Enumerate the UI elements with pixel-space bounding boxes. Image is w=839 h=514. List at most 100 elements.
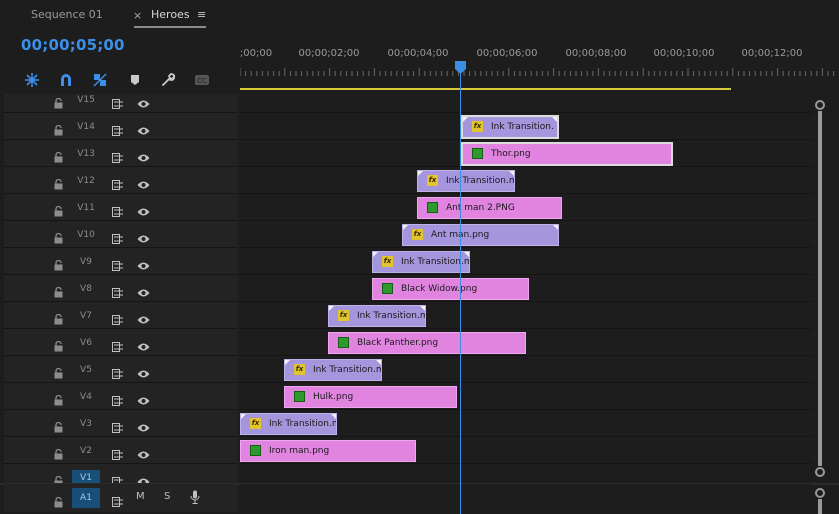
eye-icon[interactable]	[137, 175, 150, 194]
fx-badge-icon[interactable]: fx	[472, 121, 483, 132]
track-name-v4[interactable]: V4	[72, 389, 100, 405]
lock-icon[interactable]	[54, 121, 63, 136]
eye-icon[interactable]	[137, 364, 150, 383]
fx-badge-icon[interactable]: fx	[382, 256, 393, 267]
sync-lock-icon[interactable]	[112, 391, 124, 410]
eye-icon[interactable]	[137, 337, 150, 356]
microphone-icon[interactable]	[190, 490, 200, 509]
audio-scroll-top-handle[interactable]	[815, 488, 825, 498]
sync-lock-icon[interactable]	[112, 94, 124, 113]
track-row-v12[interactable]	[240, 167, 812, 194]
clip-v4[interactable]: Hulk.png	[284, 386, 457, 408]
clip-v9[interactable]: fx Ink Transition.m	[372, 251, 470, 273]
sync-lock-icon[interactable]	[112, 445, 124, 464]
clip-v7[interactable]: fx Ink Transition.m	[328, 305, 426, 327]
eye-icon[interactable]	[137, 229, 150, 248]
eye-icon[interactable]	[137, 310, 150, 329]
lock-icon[interactable]	[54, 256, 63, 271]
work-area-bar[interactable]	[240, 88, 731, 90]
sync-lock-icon[interactable]	[112, 310, 124, 329]
track-name-v10[interactable]: V10	[72, 227, 100, 243]
eye-icon[interactable]	[137, 121, 150, 140]
mute-button[interactable]: M	[136, 491, 145, 502]
clip-v10[interactable]: fx Ant man.png	[402, 224, 559, 246]
sync-lock-icon[interactable]	[112, 337, 124, 356]
sync-lock-icon[interactable]	[112, 148, 124, 167]
lock-icon[interactable]	[54, 418, 63, 433]
playhead-timecode[interactable]: 00;00;05;00	[21, 36, 125, 54]
track-name-v9[interactable]: V9	[72, 254, 100, 270]
fx-badge-icon[interactable]: fx	[250, 418, 261, 429]
playhead-line[interactable]	[460, 66, 461, 514]
sync-lock-icon[interactable]	[112, 418, 124, 437]
eye-icon[interactable]	[137, 391, 150, 410]
track-name-v11[interactable]: V11	[72, 200, 100, 216]
playhead-handle[interactable]	[455, 61, 466, 74]
track-name-v14[interactable]: V14	[72, 119, 100, 135]
eye-icon[interactable]	[137, 256, 150, 275]
clip-v11[interactable]: Ant man 2.PNG	[417, 197, 562, 219]
vertical-scroll-bottom-handle[interactable]	[815, 467, 825, 477]
sync-lock-icon[interactable]	[112, 256, 124, 275]
track-name-v3[interactable]: V3	[72, 416, 100, 432]
panel-menu-icon[interactable]: ≡	[197, 8, 206, 21]
lock-icon[interactable]	[54, 310, 63, 325]
clip-v6[interactable]: Black Panther.png	[328, 332, 526, 354]
solo-button[interactable]: S	[164, 491, 170, 502]
vertical-scrollbar[interactable]	[818, 111, 822, 466]
tab-heroes[interactable]: Heroes	[151, 8, 190, 21]
track-name-v12[interactable]: V12	[72, 173, 100, 189]
track-name-v7[interactable]: V7	[72, 308, 100, 324]
clip-v2[interactable]: Iron man.png	[240, 440, 416, 462]
lock-icon[interactable]	[54, 391, 63, 406]
track-name-v13[interactable]: V13	[72, 146, 100, 162]
timeline-tracks[interactable]: fx Ink Transition. Thor.png fx Ink Transitio…	[240, 94, 812, 484]
fx-badge-icon[interactable]: fx	[412, 229, 423, 240]
track-name-a1[interactable]: A1	[72, 488, 100, 508]
eye-icon[interactable]	[137, 94, 150, 113]
eye-icon[interactable]	[137, 283, 150, 302]
lock-icon[interactable]	[54, 337, 63, 352]
track-name-v8[interactable]: V8	[72, 281, 100, 297]
audio-scrollbar[interactable]	[818, 499, 822, 514]
audio-timeline-track[interactable]	[240, 484, 812, 512]
lock-icon[interactable]	[54, 175, 63, 190]
sync-lock-icon[interactable]	[112, 229, 124, 248]
sync-lock-icon[interactable]	[112, 364, 124, 383]
eye-icon[interactable]	[137, 445, 150, 464]
close-tab-icon[interactable]: ×	[133, 9, 142, 22]
fx-badge-icon[interactable]: fx	[338, 310, 349, 321]
lock-icon[interactable]	[54, 148, 63, 163]
clip-v14[interactable]: fx Ink Transition.	[461, 115, 559, 139]
track-name-v5[interactable]: V5	[72, 362, 100, 378]
sync-lock-icon[interactable]	[112, 175, 124, 194]
sync-lock-icon[interactable]	[112, 121, 124, 140]
eye-icon[interactable]	[137, 148, 150, 167]
track-name-v15[interactable]: V15	[72, 92, 100, 108]
sync-lock-icon[interactable]	[112, 492, 124, 511]
lock-icon[interactable]	[54, 364, 63, 379]
lock-icon[interactable]	[54, 202, 63, 217]
track-name-v2[interactable]: V2	[72, 443, 100, 459]
fx-badge-icon[interactable]: fx	[294, 364, 305, 375]
fx-badge-icon[interactable]: fx	[427, 175, 438, 186]
lock-icon[interactable]	[54, 283, 63, 298]
eye-icon[interactable]	[137, 202, 150, 221]
track-name-v6[interactable]: V6	[72, 335, 100, 351]
lock-icon[interactable]	[54, 445, 63, 460]
clip-v3[interactable]: fx Ink Transition.m	[240, 413, 337, 435]
eye-icon[interactable]	[137, 418, 150, 437]
sync-lock-icon[interactable]	[112, 202, 124, 221]
track-row-v1[interactable]	[240, 464, 812, 484]
track-row-v9[interactable]	[240, 248, 812, 275]
lock-icon[interactable]	[54, 229, 63, 244]
lock-icon[interactable]	[54, 94, 63, 109]
clip-v8[interactable]: Black Widow.png	[372, 278, 529, 300]
track-row-v7[interactable]	[240, 302, 812, 329]
vertical-scroll-top-handle[interactable]	[815, 100, 825, 110]
lock-icon[interactable]	[54, 472, 63, 487]
clip-v5[interactable]: fx Ink Transition.m	[284, 359, 382, 381]
time-ruler[interactable]: ;00;00 00;00;02;00 00;00;04;00 00;00;06;…	[240, 44, 839, 94]
clip-v12[interactable]: fx Ink Transition.m	[417, 170, 515, 192]
sync-lock-icon[interactable]	[112, 283, 124, 302]
